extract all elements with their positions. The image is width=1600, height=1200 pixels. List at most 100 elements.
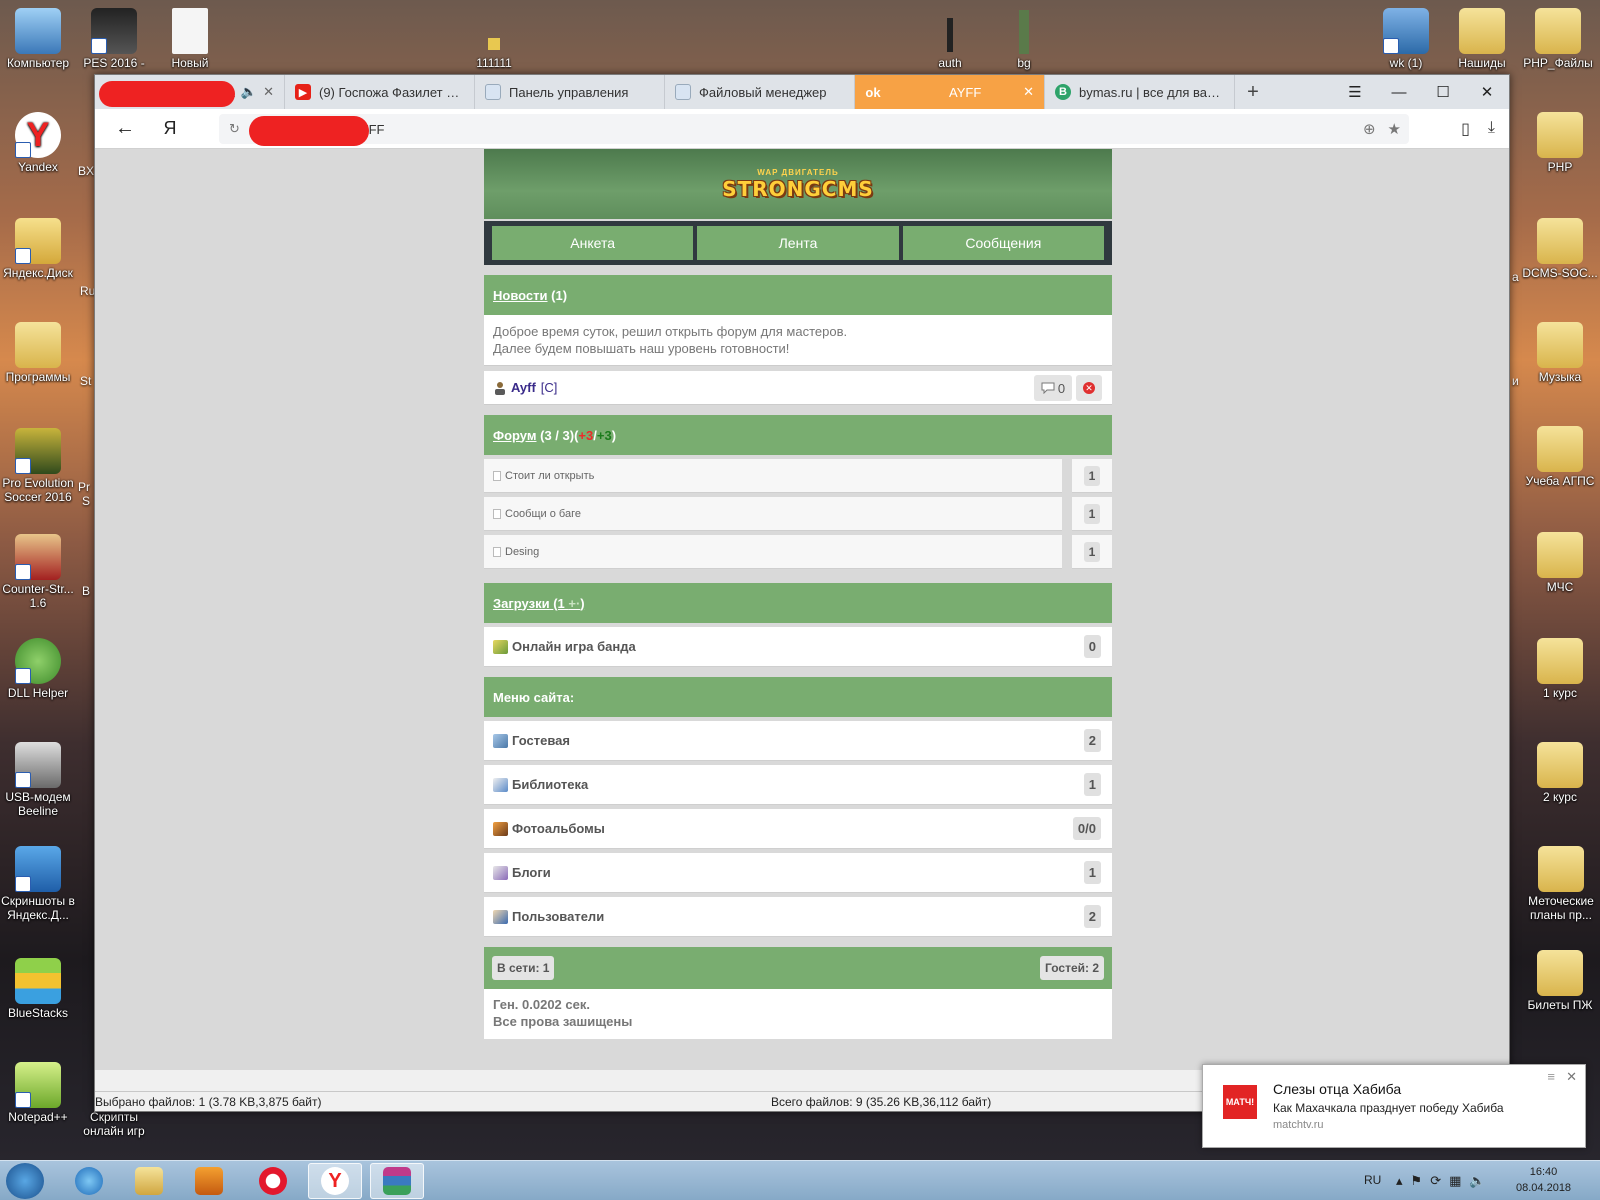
close-icon[interactable]: ✕ (1023, 84, 1034, 100)
forum-topic-row[interactable]: Desing 1 (484, 535, 1112, 569)
forum-topic-row[interactable]: Стоит ли открыть 1 (484, 459, 1112, 493)
folder-icon (15, 322, 61, 368)
maximize-icon[interactable]: ☐ (1421, 75, 1465, 109)
download-item-row[interactable]: Онлайн игра банда 0 (484, 627, 1112, 667)
download-item-title[interactable]: Онлайн игра банда (512, 639, 636, 654)
notification-menu-icon[interactable]: ≡ (1547, 1069, 1555, 1084)
menu-item-library[interactable]: Библиотека 1 (484, 765, 1112, 805)
copyright-text: Все прова зашищены (493, 1014, 633, 1029)
bookmark-star-icon[interactable]: ★ (1388, 120, 1401, 138)
tab-ayff[interactable]: ok AYFF ✕ (855, 75, 1045, 109)
tab-redacted[interactable]: а 🔈 ✕ (95, 75, 285, 109)
desktop-icon-bg[interactable]: bg (986, 8, 1062, 70)
desktop-icon-111111[interactable]: 111111 (456, 8, 532, 70)
forum-topic-title[interactable]: Сообщи о баге (505, 508, 581, 520)
desktop-icon-nashidy[interactable]: Нашиды (1444, 8, 1520, 70)
desktop-icon-pes-2016[interactable]: PES 2016 - (76, 8, 152, 70)
taskbar-opera[interactable] (246, 1163, 300, 1199)
speaker-icon[interactable]: 🔈 (241, 84, 257, 100)
downloads-link[interactable]: Загрузки (1 +·) (493, 596, 585, 611)
desktop-icon-usb-modem[interactable]: USB-модем Beeline (0, 742, 76, 818)
online-count-button[interactable]: В сети: 1 (492, 956, 555, 980)
close-icon[interactable]: ✕ (263, 84, 274, 100)
desktop-icon-scripts[interactable]: Скрипты онлайн игр (74, 1110, 154, 1138)
taskbar-explorer[interactable] (122, 1163, 176, 1199)
desktop-icon-computer[interactable]: Компьютер (0, 8, 76, 70)
sync-icon[interactable]: ⟳ (1430, 1173, 1449, 1188)
desktop-icon-1-kurs[interactable]: 1 курс (1522, 638, 1598, 700)
yandex-home-button[interactable]: Я (155, 118, 185, 139)
guests-count-button[interactable]: Гостей: 2 (1040, 956, 1104, 980)
taskbar-yandex-browser[interactable]: Y (308, 1163, 362, 1199)
forum-link[interactable]: Форум (493, 428, 536, 443)
comments-button[interactable]: 0 (1034, 375, 1072, 401)
minimize-icon[interactable]: — (1377, 75, 1421, 109)
desktop-icon-php-files[interactable]: PHP_Файлы (1520, 8, 1596, 70)
menu-item-blogs[interactable]: Блоги 1 (484, 853, 1112, 893)
browser-window: а 🔈 ✕ ▶ (9) Госпожа Фазилет и ее д Панел… (94, 74, 1510, 1112)
taskbar-winrar[interactable] (370, 1163, 424, 1199)
desktop-icon-methodical[interactable]: Меточеские планы пр... (1522, 846, 1600, 922)
yandex-browser-icon: Y (15, 112, 61, 158)
menu-icon[interactable]: ☰ (1333, 75, 1377, 109)
news-link[interactable]: Новости (493, 288, 548, 303)
desktop-icon-notepad[interactable]: Notepad++ (0, 1062, 76, 1124)
site-logo[interactable]: STRONGCMS (722, 177, 874, 201)
desktop-icon-pes[interactable]: Pro Evolution Soccer 2016 (0, 428, 76, 504)
new-tab-button[interactable]: + (1235, 75, 1271, 109)
tab-bymas[interactable]: B bymas.ru | все для вап мас (1045, 75, 1235, 109)
generation-time: Ген. 0.0202 сек. (493, 997, 590, 1012)
desktop-icon-wk[interactable]: wk (1) (1368, 8, 1444, 70)
url-input[interactable]: ↻ YFF ⊕ ★ (219, 114, 1409, 146)
desktop-icon-auth[interactable]: auth (912, 8, 988, 70)
reader-mode-icon[interactable]: ▯ (1461, 119, 1470, 139)
system-clock[interactable]: 16:40 08.04.2018 (1516, 1164, 1571, 1196)
forum-topic-row[interactable]: Сообщи о баге 1 (484, 497, 1112, 531)
menu-item-users[interactable]: Пользователи 2 (484, 897, 1112, 937)
desktop-icon-new-file[interactable]: Новый (152, 8, 228, 70)
partial-label: B (82, 584, 91, 598)
menu-item-guestbook[interactable]: Гостевая 2 (484, 721, 1112, 761)
back-arrow-icon[interactable]: ← (95, 117, 155, 140)
volume-icon[interactable]: 🔈 (1469, 1173, 1493, 1188)
delete-icon: ✕ (1083, 382, 1095, 394)
desktop-icon-php[interactable]: PHP (1522, 112, 1598, 174)
tab-control-panel[interactable]: Панель управления (475, 75, 665, 109)
desktop-icon-counter-strike[interactable]: Counter-Str... 1.6 (0, 534, 76, 610)
start-button[interactable] (6, 1163, 44, 1199)
taskbar-media-player[interactable] (182, 1163, 236, 1199)
desktop-icon-ucheba[interactable]: Учеба АГПС (1522, 426, 1598, 488)
desktop-icon-screenshots[interactable]: Скриншоты в Яндекс.Д... (0, 846, 76, 922)
desktop-icon-2-kurs[interactable]: 2 курс (1522, 742, 1598, 804)
forum-topic-title[interactable]: Стоит ли открыть (505, 470, 594, 482)
desktop-icon-dcms[interactable]: DCMS-SOC... (1522, 218, 1598, 280)
desktop-icon-mchs[interactable]: МЧС (1522, 532, 1598, 594)
desktop-icon-bluestacks[interactable]: BlueStacks (0, 958, 76, 1020)
taskbar-ie[interactable] (62, 1163, 116, 1199)
delete-news-button[interactable]: ✕ (1076, 375, 1102, 401)
tab-file-manager[interactable]: Файловый менеджер (665, 75, 855, 109)
nav-feed[interactable]: Лента (697, 226, 899, 260)
download-icon[interactable]: ⤓ (1488, 119, 1495, 139)
desktop-icon-dll-helper[interactable]: DLL Helper (0, 638, 76, 700)
nav-profile[interactable]: Анкета (492, 226, 694, 260)
news-author-link[interactable]: Ayff (511, 380, 536, 395)
network-icon[interactable]: ▦ (1449, 1173, 1469, 1188)
menu-item-photoalbums[interactable]: Фотоальбомы 0/0 (484, 809, 1112, 849)
protect-icon[interactable]: ⊕ (1363, 120, 1376, 138)
tab-youtube[interactable]: ▶ (9) Госпожа Фазилет и ее д (285, 75, 475, 109)
desktop-icon-yandex-disk[interactable]: Яндекс.Диск (0, 218, 76, 280)
desktop-icon-programs[interactable]: Программы (0, 322, 76, 384)
news-notification[interactable]: МАТЧ! Слезы отца Хабиба Как Махачкала пр… (1202, 1064, 1586, 1148)
tray-expand-icon[interactable]: ▴ (1396, 1173, 1411, 1188)
close-window-icon[interactable]: ✕ (1465, 75, 1509, 109)
forum-topic-title[interactable]: Desing (505, 546, 539, 558)
flag-icon[interactable]: ⚑ (1411, 1173, 1431, 1188)
nav-messages[interactable]: Сообщения (902, 226, 1104, 260)
desktop-icon-tickets[interactable]: Билеты ПЖ (1522, 950, 1598, 1012)
desktop-icon-music[interactable]: Музыка (1522, 322, 1598, 384)
reload-icon[interactable]: ↻ (229, 121, 240, 137)
close-notification-icon[interactable]: ✕ (1566, 1069, 1577, 1085)
keyboard-language[interactable]: RU (1364, 1173, 1381, 1187)
desktop-icon-yandex[interactable]: Y Yandex (0, 112, 76, 174)
